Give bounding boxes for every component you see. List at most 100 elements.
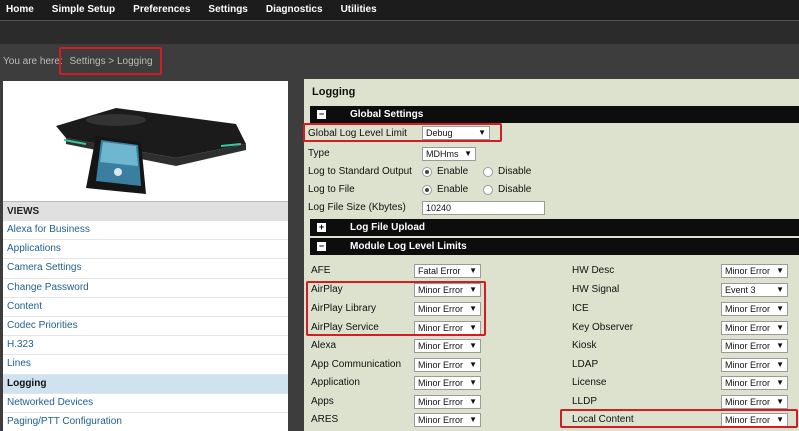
nav-diagnostics[interactable]: Diagnostics — [257, 0, 332, 20]
select-value: Minor Error — [418, 378, 464, 388]
local-content-highlight — [560, 409, 798, 428]
collapse-icon[interactable]: − — [317, 110, 326, 119]
module-log-level-limits-header[interactable]: − Module Log Level Limits — [310, 238, 799, 255]
view-item-lines[interactable]: Lines — [3, 355, 288, 375]
module-label: Alexa — [311, 340, 337, 351]
chevron-down-icon: ▼ — [469, 378, 477, 387]
log-file-upload-header[interactable]: + Log File Upload — [310, 219, 799, 236]
log-to-file-label: Log to File — [308, 184, 355, 195]
select-value: Minor Error — [725, 304, 771, 314]
expand-icon[interactable]: + — [317, 223, 326, 232]
view-item-paging-ptt-configuration[interactable]: Paging/PTT Configuration — [3, 413, 288, 431]
chevron-down-icon: ▼ — [776, 397, 784, 406]
collapse-icon[interactable]: − — [317, 242, 326, 251]
nav-preferences[interactable]: Preferences — [124, 0, 199, 20]
page-title: Logging — [312, 86, 356, 98]
view-item-alexa-for-business[interactable]: Alexa for Business — [3, 221, 288, 241]
std-output-enable-label: Enable — [437, 166, 469, 177]
view-item-applications[interactable]: Applications — [3, 240, 288, 260]
module-label: Key Observer — [572, 322, 634, 333]
module-level-select[interactable]: Minor Error ▼ — [414, 358, 481, 372]
nav-utilities[interactable]: Utilities — [332, 0, 386, 20]
module-level-select[interactable]: Fatal Error ▼ — [414, 264, 481, 278]
select-value: Minor Error — [725, 341, 771, 351]
module-level-select[interactable]: Minor Error ▼ — [721, 376, 788, 390]
module-level-select[interactable]: Minor Error ▼ — [721, 321, 788, 335]
select-value: Minor Error — [418, 360, 464, 370]
module-label: LDAP — [572, 359, 599, 370]
section-label: Module Log Level Limits — [350, 241, 467, 252]
log-file-enable-radio[interactable] — [422, 185, 432, 195]
chevron-down-icon: ▼ — [776, 304, 784, 313]
nav-simple-setup[interactable]: Simple Setup — [43, 0, 124, 20]
module-level-select[interactable]: Minor Error ▼ — [721, 358, 788, 372]
global-settings-header[interactable]: − Global Settings — [310, 106, 799, 123]
std-output-disable-radio[interactable] — [483, 167, 493, 177]
logging-panel: Logging − Global Settings Global Log Lev… — [303, 79, 799, 431]
module-level-select[interactable]: Minor Error ▼ — [414, 339, 481, 353]
module-label: Kiosk — [572, 340, 597, 351]
module-label: AFE — [311, 265, 331, 276]
select-value: Event 3 — [725, 285, 756, 295]
top-nav: Home Simple Setup Preferences Settings D… — [0, 0, 799, 20]
log-to-standard-output-label: Log to Standard Output — [308, 166, 412, 177]
module-level-select[interactable]: Minor Error ▼ — [721, 264, 788, 278]
module-level-select[interactable]: Minor Error ▼ — [414, 395, 481, 409]
select-value: Minor Error — [725, 266, 771, 276]
select-value: Minor Error — [725, 323, 771, 333]
select-value: MDHms — [426, 149, 459, 159]
module-label: HW Signal — [572, 284, 620, 295]
chevron-down-icon: ▼ — [776, 266, 784, 275]
chevron-down-icon: ▼ — [464, 149, 472, 158]
view-item-logging[interactable]: Logging — [3, 374, 288, 394]
chevron-down-icon: ▼ — [469, 360, 477, 369]
select-value: Minor Error — [418, 415, 464, 425]
view-item-networked-devices[interactable]: Networked Devices — [3, 394, 288, 413]
module-level-select[interactable]: Minor Error ▼ — [721, 302, 788, 316]
select-value: Minor Error — [725, 378, 771, 388]
conference-phone-image — [56, 108, 246, 194]
select-value: Fatal Error — [418, 266, 461, 276]
nav-settings[interactable]: Settings — [199, 0, 256, 20]
chevron-down-icon: ▼ — [469, 415, 477, 424]
airplay-modules-highlight — [306, 281, 486, 336]
chevron-down-icon: ▼ — [776, 341, 784, 350]
sub-nav — [0, 20, 799, 44]
module-label: Application — [311, 377, 360, 388]
view-item-change-password[interactable]: Change Password — [3, 279, 288, 298]
log-file-size-label: Log File Size (Kbytes) — [308, 202, 406, 213]
log-file-disable-radio[interactable] — [483, 185, 493, 195]
log-file-size-input[interactable]: 10240 — [422, 201, 545, 215]
chevron-down-icon: ▼ — [776, 323, 784, 332]
type-select[interactable]: MDHms ▼ — [422, 147, 476, 161]
type-label: Type — [308, 148, 330, 159]
module-level-select[interactable]: Minor Error ▼ — [721, 395, 788, 409]
view-item-h323[interactable]: H.323 — [3, 336, 288, 356]
module-level-select[interactable]: Minor Error ▼ — [414, 376, 481, 390]
module-level-select[interactable]: Minor Error ▼ — [721, 339, 788, 353]
module-level-select[interactable]: Event 3 ▼ — [721, 283, 788, 297]
breadcrumb-highlight — [59, 47, 162, 75]
view-item-codec-priorities[interactable]: Codec Priorities — [3, 317, 288, 337]
module-label: HW Desc — [572, 265, 615, 276]
module-level-select[interactable]: Minor Error ▼ — [414, 413, 481, 427]
select-value: Minor Error — [418, 341, 464, 351]
view-item-content[interactable]: Content — [3, 298, 288, 317]
left-panel: VIEWS Alexa for Business Applications Ca… — [3, 81, 288, 431]
chevron-down-icon: ▼ — [469, 266, 477, 275]
section-label: Global Settings — [350, 109, 424, 120]
chevron-down-icon: ▼ — [776, 360, 784, 369]
select-value: Minor Error — [418, 397, 464, 407]
chevron-down-icon: ▼ — [469, 397, 477, 406]
nav-home[interactable]: Home — [0, 0, 43, 20]
log-level-highlight — [303, 123, 502, 142]
module-label: Apps — [311, 396, 334, 407]
section-label: Log File Upload — [350, 222, 425, 233]
module-label: ICE — [572, 303, 589, 314]
view-item-camera-settings[interactable]: Camera Settings — [3, 259, 288, 279]
chevron-down-icon: ▼ — [469, 341, 477, 350]
module-label: ARES — [311, 414, 339, 425]
std-output-enable-radio[interactable] — [422, 167, 432, 177]
select-value: Minor Error — [725, 360, 771, 370]
std-output-disable-label: Disable — [498, 166, 532, 177]
